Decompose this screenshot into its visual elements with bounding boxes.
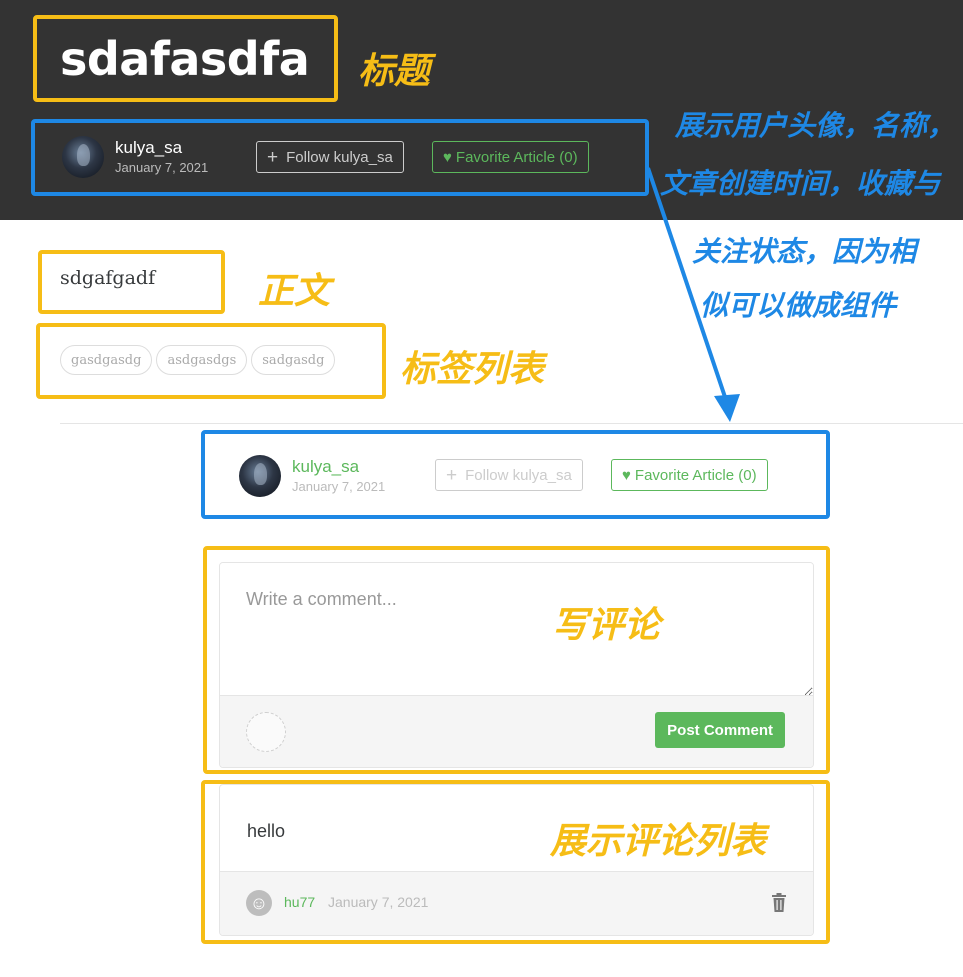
annotation-write-comment: 写评论 [552, 605, 661, 646]
annotation-comment-list: 展示评论列表 [550, 821, 767, 862]
annotation-box-comment-form [203, 546, 830, 774]
annotation-box-meta-bottom [201, 430, 830, 519]
